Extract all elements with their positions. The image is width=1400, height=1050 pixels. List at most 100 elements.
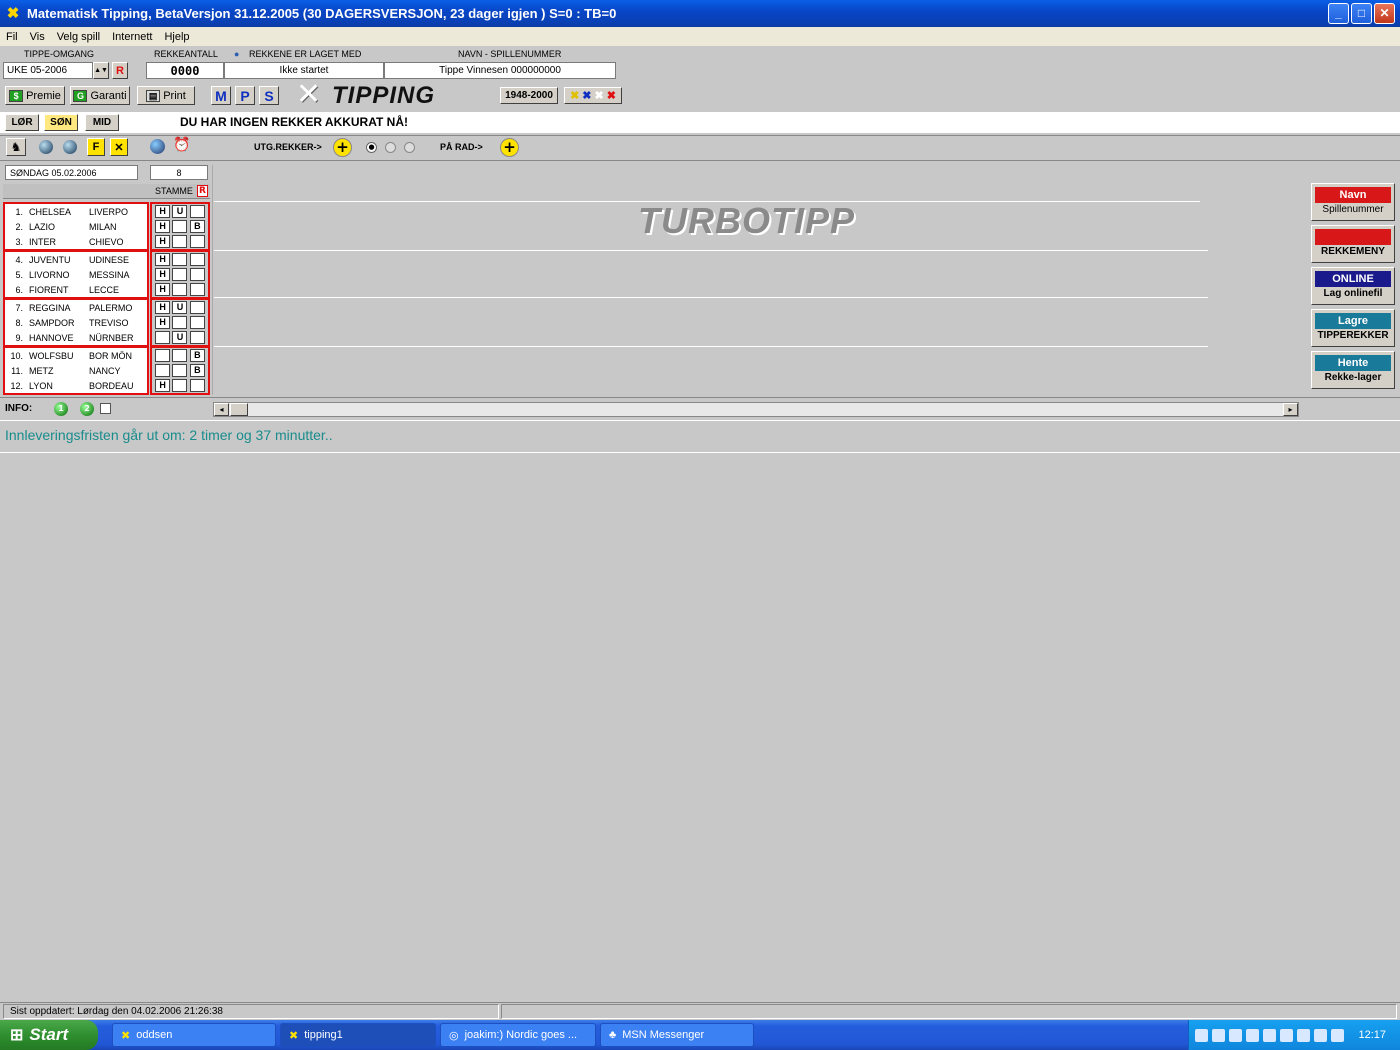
tip-cell-u[interactable] xyxy=(172,253,188,266)
tippe-omgang-field[interactable]: UKE 05-2006 xyxy=(3,62,93,79)
navn-button[interactable]: Navn Spillenummer xyxy=(1311,183,1395,221)
menu-hjelp[interactable]: Hjelp xyxy=(158,31,195,43)
scroll-left-icon[interactable]: ◂ xyxy=(214,403,229,416)
close-button[interactable]: ✕ xyxy=(1374,3,1395,24)
radio-1[interactable]: ● xyxy=(366,142,377,153)
menu-vis[interactable]: Vis xyxy=(24,31,51,43)
menu-fil[interactable]: Fil xyxy=(0,31,24,43)
tray-network-icon[interactable] xyxy=(1212,1028,1226,1042)
navn-field[interactable]: Tippe Vinnesen 000000000 xyxy=(384,62,616,79)
tip-cell-b[interactable] xyxy=(189,205,205,218)
p-button[interactable]: P xyxy=(235,86,255,105)
tray-antivirus-icon[interactable] xyxy=(1280,1028,1294,1042)
tray-chevron-icon[interactable] xyxy=(1195,1028,1209,1042)
m-button[interactable]: M xyxy=(211,86,231,105)
blue-ball-icon[interactable] xyxy=(39,140,53,154)
tray-messenger-icon[interactable] xyxy=(1331,1028,1345,1042)
tip-cell-h[interactable] xyxy=(155,364,171,377)
tray-volume-icon[interactable] xyxy=(1297,1028,1311,1042)
menu-internett[interactable]: Internett xyxy=(106,31,158,43)
tip-cell-h[interactable]: H xyxy=(155,205,171,218)
menu-velg-spill[interactable]: Velg spill xyxy=(51,31,106,43)
reset-r-button[interactable]: R xyxy=(112,62,128,79)
tip-cell-b[interactable] xyxy=(189,316,205,329)
tip-cell-h[interactable] xyxy=(155,349,171,362)
tray-battery-icon[interactable] xyxy=(1229,1028,1243,1042)
tip-cell-u[interactable] xyxy=(172,283,188,296)
tray-app-icon[interactable] xyxy=(1263,1028,1277,1042)
alarm-clock-icon[interactable]: ⏰ xyxy=(173,137,190,153)
tip-cell-b[interactable] xyxy=(189,331,205,344)
premie-button[interactable]: $ Premie xyxy=(5,86,65,105)
tip-cell-h[interactable]: H xyxy=(155,283,171,296)
day-lor-button[interactable]: LØR xyxy=(5,114,39,131)
garanti-button[interactable]: G Garanti xyxy=(70,86,130,105)
tip-cell-h[interactable]: H xyxy=(155,253,171,266)
task-oddsen[interactable]: ✖ oddsen xyxy=(112,1023,276,1047)
maximize-button[interactable]: □ xyxy=(1351,3,1372,24)
stamme-r-button[interactable]: R xyxy=(197,185,208,197)
info-1-icon[interactable]: 1 xyxy=(54,402,68,416)
day-mid-button[interactable]: MID xyxy=(85,114,119,131)
print-button[interactable]: ▤ Print xyxy=(137,86,195,105)
tip-cell-u[interactable] xyxy=(172,364,188,377)
minimize-button[interactable]: _ xyxy=(1328,3,1349,24)
tip-cell-u[interactable]: U xyxy=(172,205,188,218)
task-msn[interactable]: ♣ MSN Messenger xyxy=(600,1023,754,1047)
start-button[interactable]: ⊞ Start xyxy=(0,1020,98,1050)
symbols-button[interactable]: ✖ ✖ ✖ ✖ xyxy=(564,87,622,104)
tip-cell-b[interactable] xyxy=(189,301,205,314)
tip-cell-u[interactable] xyxy=(172,379,188,392)
hente-button[interactable]: Hente Rekke-lager xyxy=(1311,351,1395,389)
lagre-button[interactable]: Lagre TIPPEREKKER xyxy=(1311,309,1395,347)
globe-icon[interactable] xyxy=(150,139,165,154)
tip-cell-b[interactable] xyxy=(189,283,205,296)
tip-cell-u[interactable] xyxy=(172,220,188,233)
task-tipping1[interactable]: ✖ tipping1 xyxy=(280,1023,436,1047)
match-group: 10. WOLFSBU BOR MÖN 11. METZ NANCY 12. LYON BORD… xyxy=(3,346,149,395)
tip-cell-b[interactable]: B xyxy=(189,364,205,377)
year-range-button[interactable]: 1948-2000 xyxy=(500,87,558,104)
tip-cell-u[interactable] xyxy=(172,316,188,329)
info-2-icon[interactable]: 2 xyxy=(80,402,94,416)
tip-cell-h[interactable]: H xyxy=(155,316,171,329)
add-pa-rad-icon[interactable]: + xyxy=(500,138,519,157)
tip-cell-u[interactable] xyxy=(172,235,188,248)
tip-cell-b[interactable]: B xyxy=(189,220,205,233)
task-browser[interactable]: ◎ joakim:) Nordic goes ... xyxy=(440,1023,596,1047)
tip-cell-b[interactable] xyxy=(189,268,205,281)
tip-cell-b[interactable] xyxy=(189,379,205,392)
info-checkbox[interactable] xyxy=(100,403,111,414)
tip-row: HB xyxy=(152,219,208,234)
s-button[interactable]: S xyxy=(259,86,279,105)
horizontal-scrollbar[interactable]: ◂ ▸ xyxy=(213,402,1299,417)
radio-3[interactable] xyxy=(404,142,415,153)
tip-cell-h[interactable]: H xyxy=(155,220,171,233)
tip-cell-u[interactable] xyxy=(172,268,188,281)
scroll-right-icon[interactable]: ▸ xyxy=(1283,403,1298,416)
radio-2[interactable] xyxy=(385,142,396,153)
blue-ball-2-icon[interactable] xyxy=(63,140,77,154)
tip-cell-b[interactable] xyxy=(189,253,205,266)
spinner-button[interactable]: ▲▼ xyxy=(93,62,109,79)
f-button[interactable]: F xyxy=(87,138,105,156)
tip-cell-h[interactable]: H xyxy=(155,235,171,248)
x-button[interactable]: ✕ xyxy=(110,138,128,156)
tip-cell-u[interactable]: U xyxy=(172,301,188,314)
tip-cell-u[interactable] xyxy=(172,349,188,362)
tip-cell-b[interactable]: B xyxy=(189,349,205,362)
tray-ati-icon[interactable] xyxy=(1314,1028,1328,1042)
tip-cell-h[interactable]: H xyxy=(155,268,171,281)
day-son-button[interactable]: SØN xyxy=(44,114,78,131)
add-utg-icon[interactable]: + xyxy=(333,138,352,157)
tray-mail-icon[interactable] xyxy=(1246,1028,1260,1042)
scroll-thumb[interactable] xyxy=(230,403,248,416)
tip-cell-h[interactable]: H xyxy=(155,379,171,392)
player-icon[interactable]: ♞ xyxy=(6,138,26,156)
online-button[interactable]: ONLINE Lag onlinefil xyxy=(1311,267,1395,305)
tip-cell-b[interactable] xyxy=(189,235,205,248)
tip-cell-h[interactable]: H xyxy=(155,301,171,314)
rekkemeny-button[interactable]: REKKEMENY xyxy=(1311,225,1395,263)
tip-cell-h[interactable] xyxy=(155,331,171,344)
tip-cell-u[interactable]: U xyxy=(172,331,188,344)
